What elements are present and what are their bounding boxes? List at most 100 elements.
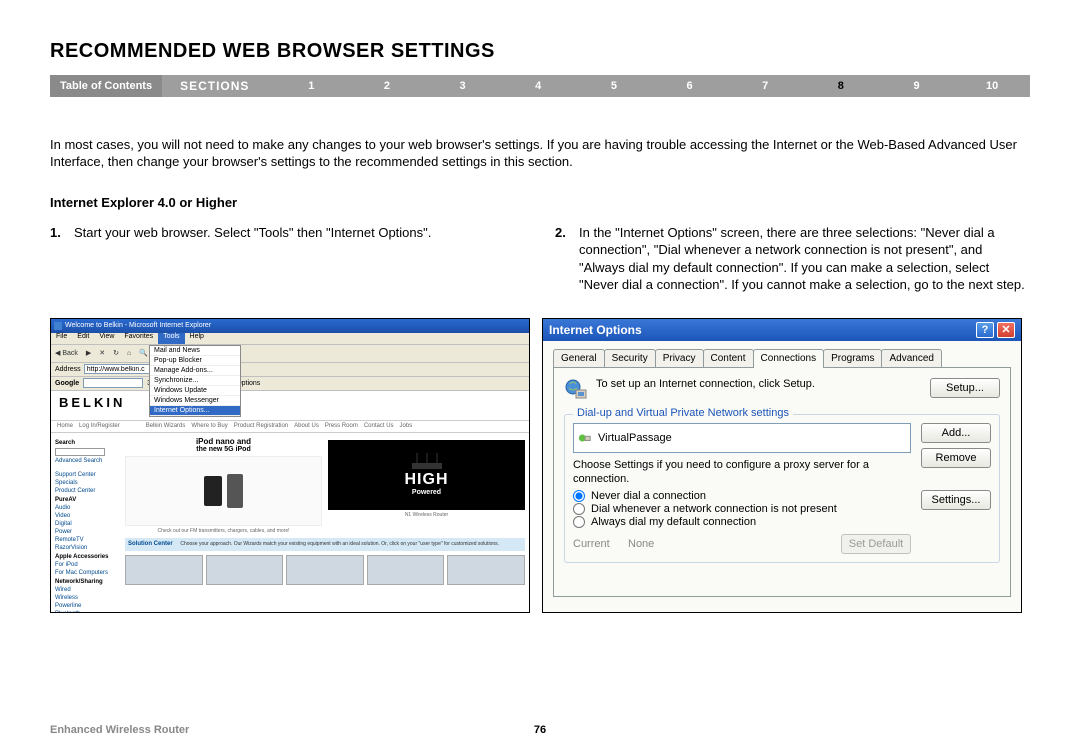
ipod-title: iPod nano and bbox=[125, 437, 322, 446]
dd-internetoptions[interactable]: Internet Options... bbox=[150, 406, 240, 416]
tab-advanced[interactable]: Advanced bbox=[881, 349, 941, 367]
section-link-2[interactable]: 2 bbox=[349, 80, 425, 92]
connections-listbox[interactable]: VirtualPassage bbox=[573, 423, 911, 453]
home-icon[interactable]: ⌂ bbox=[127, 350, 131, 357]
l-mac[interactable]: For Mac Computers bbox=[55, 570, 117, 576]
section-link-4[interactable]: 4 bbox=[500, 80, 576, 92]
section-link-8[interactable]: 8 bbox=[803, 80, 879, 92]
menu-edit[interactable]: Edit bbox=[72, 333, 94, 344]
belkin-logo-text: BELKIN bbox=[59, 395, 125, 410]
section-link-7[interactable]: 7 bbox=[727, 80, 803, 92]
l-audio[interactable]: Audio bbox=[55, 505, 117, 511]
tab-content[interactable]: Content bbox=[703, 349, 754, 367]
connections-panel: To set up an Internet connection, click … bbox=[553, 367, 1011, 597]
thumb-5[interactable] bbox=[447, 555, 525, 585]
tab-general[interactable]: General bbox=[553, 349, 605, 367]
btab-contact[interactable]: Contact Us bbox=[364, 423, 394, 429]
thumb-3[interactable] bbox=[286, 555, 364, 585]
section-link-3[interactable]: 3 bbox=[425, 80, 501, 92]
setup-text: To set up an Internet connection, click … bbox=[596, 378, 922, 392]
solcenter-label: Solution Center bbox=[128, 541, 173, 547]
l-video[interactable]: Video bbox=[55, 513, 117, 519]
add-button[interactable]: Add... bbox=[921, 423, 991, 443]
sections-label: SECTIONS bbox=[162, 79, 273, 93]
refresh-icon[interactable]: ↻ bbox=[113, 349, 119, 357]
l-remotetv[interactable]: RemoteTV bbox=[55, 537, 117, 543]
belkin-search-input[interactable] bbox=[55, 448, 105, 456]
dd-messenger[interactable]: Windows Messenger bbox=[150, 396, 240, 406]
ie-addressbar: Address bbox=[51, 363, 529, 377]
link-product[interactable]: Product Center bbox=[55, 488, 117, 494]
figure-internet-options: Internet Options ? ✕ General Security Pr… bbox=[542, 318, 1022, 613]
remove-button[interactable]: Remove bbox=[921, 448, 991, 468]
thumb-1[interactable] bbox=[125, 555, 203, 585]
btab-jobs[interactable]: Jobs bbox=[400, 423, 413, 429]
section-link-1[interactable]: 1 bbox=[273, 80, 349, 92]
help-button-icon[interactable]: ? bbox=[976, 322, 994, 338]
dd-addons[interactable]: Manage Add-ons... bbox=[150, 366, 240, 376]
settings-button[interactable]: Settings... bbox=[921, 490, 991, 510]
l-power[interactable]: Power bbox=[55, 529, 117, 535]
l-powerline[interactable]: Powerline bbox=[55, 603, 117, 609]
btab-wizards[interactable]: Belkin Wizards bbox=[146, 423, 186, 429]
belkin-logo: BELKIN with technology bbox=[51, 391, 529, 421]
menu-tools[interactable]: Tools bbox=[158, 333, 184, 344]
btab-about[interactable]: About Us bbox=[294, 423, 319, 429]
stop-icon[interactable]: ✕ bbox=[99, 349, 105, 357]
link-specials[interactable]: Specials bbox=[55, 480, 117, 486]
dd-mail[interactable]: Mail and News bbox=[150, 346, 240, 356]
tab-programs[interactable]: Programs bbox=[823, 349, 882, 367]
section-link-6[interactable]: 6 bbox=[652, 80, 728, 92]
btab-login[interactable]: Log In/Register bbox=[79, 423, 120, 429]
menu-file[interactable]: File bbox=[51, 333, 72, 344]
thumb-4[interactable] bbox=[367, 555, 445, 585]
l-wireless[interactable]: Wireless bbox=[55, 595, 117, 601]
btab-where[interactable]: Where to Buy bbox=[191, 423, 227, 429]
current-value: None bbox=[628, 538, 841, 550]
setup-button[interactable]: Setup... bbox=[930, 378, 1000, 398]
radio-always[interactable]: Always dial my default connection bbox=[573, 516, 911, 528]
radio-never-input[interactable] bbox=[573, 490, 585, 502]
back-button[interactable]: ◀ Back bbox=[55, 349, 78, 357]
tab-connections[interactable]: Connections bbox=[753, 349, 825, 368]
adv-search[interactable]: Advanced Search bbox=[55, 458, 117, 464]
l-ipod[interactable]: For iPod bbox=[55, 562, 117, 568]
radio-never[interactable]: Never dial a connection bbox=[573, 490, 911, 502]
dd-winupdate[interactable]: Windows Update bbox=[150, 386, 240, 396]
ipod-icon bbox=[199, 466, 249, 516]
dd-sync[interactable]: Synchronize... bbox=[150, 376, 240, 386]
forward-icon[interactable]: ▶ bbox=[86, 349, 91, 357]
radio-dialwhen[interactable]: Dial whenever a network connection is no… bbox=[573, 503, 911, 515]
dd-popup[interactable]: Pop-up Blocker bbox=[150, 356, 240, 366]
radio-always-input[interactable] bbox=[573, 516, 585, 528]
btab-press[interactable]: Press Room bbox=[325, 423, 358, 429]
menu-help[interactable]: Help bbox=[185, 333, 209, 344]
section-link-9[interactable]: 9 bbox=[879, 80, 955, 92]
section-link-5[interactable]: 5 bbox=[576, 80, 652, 92]
step1-num: 1. bbox=[50, 224, 74, 242]
toc-link[interactable]: Table of Contents bbox=[50, 75, 162, 97]
radio-dialwhen-input[interactable] bbox=[573, 503, 585, 515]
thumb-2[interactable] bbox=[206, 555, 284, 585]
section-link-10[interactable]: 10 bbox=[954, 80, 1030, 92]
ipod-sub: the new 5G iPod bbox=[125, 446, 322, 453]
l-razor[interactable]: RazorVision bbox=[55, 545, 117, 551]
l-wired[interactable]: Wired bbox=[55, 587, 117, 593]
link-support[interactable]: Support Center bbox=[55, 472, 117, 478]
google-label: Google bbox=[55, 380, 79, 387]
google-search-input[interactable] bbox=[83, 378, 143, 388]
tab-privacy[interactable]: Privacy bbox=[655, 349, 704, 367]
google-toolbar: Google 3 blocked Check AutoLink Options bbox=[51, 377, 529, 391]
btab-reg[interactable]: Product Registration bbox=[234, 423, 288, 429]
btab-home[interactable]: Home bbox=[57, 423, 73, 429]
menu-view[interactable]: View bbox=[94, 333, 119, 344]
tab-security[interactable]: Security bbox=[604, 349, 656, 367]
network-icon bbox=[578, 431, 592, 445]
l-digital[interactable]: Digital bbox=[55, 521, 117, 527]
ie-title: Welcome to Belkin - Microsoft Internet E… bbox=[65, 322, 211, 329]
menu-favorites[interactable]: Favorites bbox=[119, 333, 158, 344]
close-button-icon[interactable]: ✕ bbox=[997, 322, 1015, 338]
step2-num: 2. bbox=[555, 224, 579, 294]
l-bluetooth[interactable]: Bluetooth bbox=[55, 611, 117, 613]
dialog-tabs: General Security Privacy Content Connect… bbox=[553, 349, 1011, 367]
